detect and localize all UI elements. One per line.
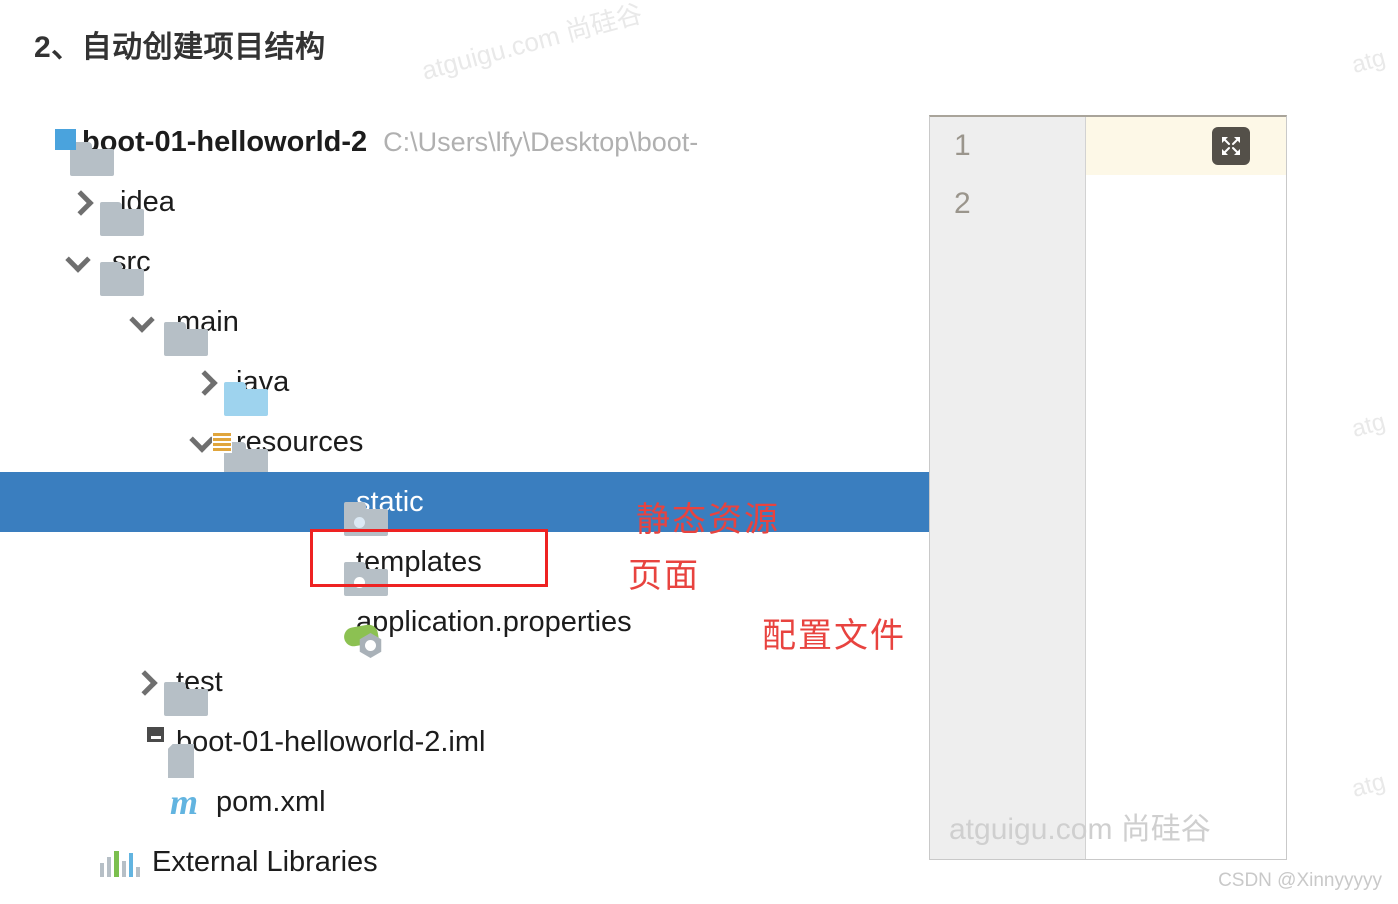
line-number-2: 2 [954, 187, 971, 220]
watermark-right-2: atg [1348, 408, 1389, 443]
templates-highlight-box [310, 529, 548, 587]
spacer-icon [130, 788, 158, 816]
tree-row-main[interactable]: main [0, 292, 929, 356]
chevron-right-icon[interactable] [130, 668, 158, 696]
expand-icon[interactable] [1212, 127, 1250, 165]
tree-label-pom-xml: pom.xml [216, 785, 326, 818]
tree-row-idea[interactable]: .idea [0, 172, 929, 236]
tree-row-iml-file[interactable]: boot-01-helloworld-2.iml [0, 712, 929, 778]
tree-label-iml-file: boot-01-helloworld-2.iml [176, 725, 486, 758]
annotation-properties: 配置文件 [762, 618, 906, 655]
chevron-right-icon[interactable] [66, 188, 94, 216]
tree-row-resources[interactable]: resources [0, 412, 929, 476]
chevron-down-icon[interactable] [66, 248, 94, 276]
project-tree: boot-01-helloworld-2 C:\Users\lfy\Deskto… [0, 112, 929, 892]
spacer-icon [310, 488, 338, 516]
tree-row-static[interactable]: static [0, 472, 929, 536]
spacer-icon [310, 608, 338, 636]
spacer-icon [66, 848, 94, 876]
tree-label-application-properties: application.properties [356, 605, 632, 638]
chevron-down-icon[interactable] [130, 308, 158, 336]
page-title: 2、自动创建项目结构 [34, 31, 326, 64]
csdn-watermark: CSDN @Xinnyyyyy [1218, 870, 1382, 891]
tree-row-src[interactable]: src [0, 232, 929, 296]
tree-label-project-root: boot-01-helloworld-2 [82, 125, 368, 158]
watermark-right-3: atg [1348, 768, 1389, 803]
tree-row-java[interactable]: java [0, 352, 929, 416]
tree-label-external-libraries: External Libraries [152, 845, 378, 878]
annotation-static: 静态资源 [636, 502, 780, 539]
maven-icon: m [169, 782, 198, 822]
tree-row-test[interactable]: test [0, 652, 929, 716]
annotation-templates: 页面 [628, 558, 700, 595]
tree-row-project-root[interactable]: boot-01-helloworld-2 C:\Users\lfy\Deskto… [0, 112, 929, 176]
watermark-editor: atguigu.com 尚硅谷 [949, 813, 1211, 846]
editor-line-number-gutter: 1 2 [930, 117, 1086, 859]
chevron-right-icon[interactable] [190, 368, 218, 396]
watermark-top: atguigu.com 尚硅谷 [418, 0, 646, 86]
libraries-bars-icon [100, 847, 141, 877]
watermark-right-1: atg [1348, 44, 1389, 79]
line-number-1: 1 [954, 129, 971, 162]
tree-row-external-libraries[interactable]: External Libraries [0, 832, 929, 892]
tree-row-pom-xml[interactable]: m pom.xml [0, 772, 929, 832]
screenshot-root: atguigu.com 尚硅谷 atg atg atg 2、自动创建项目结构 b… [0, 0, 1398, 904]
editor-overlay-panel: 1 2 atguigu.com 尚硅谷 [929, 115, 1287, 860]
tree-project-path: C:\Users\lfy\Desktop\boot- [383, 126, 699, 157]
